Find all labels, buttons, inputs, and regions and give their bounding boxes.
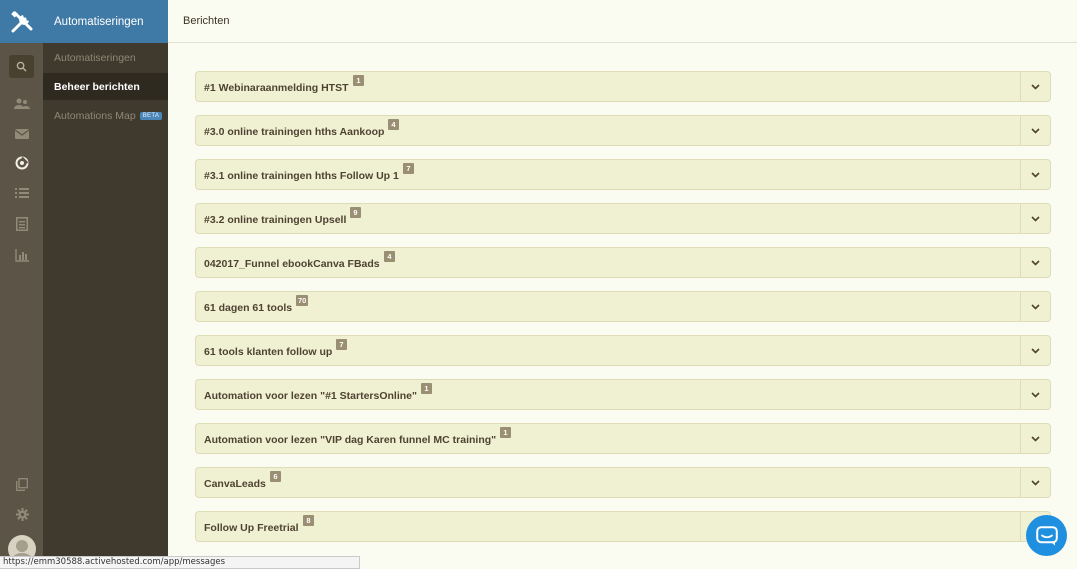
automation-row[interactable]: Automation voor lezen "#1 StartersOnline…	[195, 379, 1051, 410]
automation-row[interactable]: #1 Webinaraanmelding HTST 1	[195, 71, 1051, 102]
automation-row[interactable]: Follow Up Freetrial 8	[195, 511, 1051, 542]
mail-icon[interactable]	[11, 125, 33, 143]
automation-title-wrap: #1 Webinaraanmelding HTST 1	[204, 75, 364, 94]
subnav-item-beheer-berichten[interactable]: Beheer berichten	[43, 73, 168, 100]
automation-name: CanvaLeads	[204, 478, 266, 490]
automation-title-wrap: CanvaLeads 6	[204, 471, 281, 490]
chat-icon	[1035, 525, 1058, 545]
automation-row[interactable]: #3.1 online trainingen hths Follow Up 1 7	[195, 159, 1051, 190]
message-count-badge: 8	[303, 515, 314, 526]
automation-title-wrap: Automation voor lezen "VIP dag Karen fun…	[204, 427, 511, 446]
chevron-down-icon[interactable]	[1020, 468, 1050, 497]
automation-name: #3.2 online trainingen Upsell	[204, 214, 347, 226]
message-count-badge: 1	[353, 75, 364, 86]
automation-row-title: #3.0 online trainingen hths Aankoop 4	[204, 119, 399, 138]
automation-row[interactable]: 61 dagen 61 tools 70	[195, 291, 1051, 322]
automation-title-wrap: Follow Up Freetrial 8	[204, 515, 314, 534]
message-count-badge: 1	[500, 427, 511, 438]
automation-row-title: #3.2 online trainingen Upsell 9	[204, 207, 361, 226]
chat-launcher-button[interactable]	[1026, 515, 1067, 556]
automation-title-wrap: 61 tools klanten follow up 7	[204, 339, 347, 358]
automation-list: #1 Webinaraanmelding HTST 1 #3.0 online tr…	[195, 71, 1051, 555]
search-icon[interactable]	[9, 55, 34, 78]
pages-icon[interactable]	[11, 475, 33, 493]
page-header: Berichten	[168, 0, 1077, 43]
reports-icon[interactable]	[11, 246, 33, 264]
secondary-nav: Automatiseringen Automatiseringen Beheer…	[43, 0, 168, 569]
chevron-down-icon[interactable]	[1020, 72, 1050, 101]
automation-title-wrap: #3.1 online trainingen hths Follow Up 1 7	[204, 163, 414, 182]
status-url: https://emm30588.activehosted.com/app/me…	[3, 557, 226, 567]
message-count-badge: 4	[384, 251, 395, 262]
subnav-header[interactable]: Automatiseringen	[43, 0, 168, 43]
automation-title-wrap: #3.0 online trainingen hths Aankoop 4	[204, 119, 399, 138]
subnav-item-label: Beheer berichten	[54, 80, 140, 93]
automation-title-wrap: #3.2 online trainingen Upsell 9	[204, 207, 361, 226]
automation-row-title: Follow Up Freetrial 8	[204, 515, 314, 534]
automation-row[interactable]: #3.2 online trainingen Upsell 9	[195, 203, 1051, 234]
settings-icon[interactable]	[11, 505, 33, 523]
automation-row-title: CanvaLeads 6	[204, 471, 281, 490]
subnav-item-label: Automatiseringen	[54, 51, 136, 64]
automation-icon[interactable]	[11, 154, 33, 172]
message-count-badge: 7	[336, 339, 347, 350]
automation-title-wrap: 042017_Funnel ebookCanva FBads 4	[204, 251, 395, 270]
chevron-down-icon[interactable]	[1020, 204, 1050, 233]
message-count-badge: 1	[421, 383, 432, 394]
automation-row-title: Automation voor lezen "#1 StartersOnline…	[204, 383, 432, 402]
message-count-badge: 6	[270, 471, 281, 482]
forms-icon[interactable]	[11, 215, 33, 233]
automation-name: #3.0 online trainingen hths Aankoop	[204, 126, 385, 138]
chevron-down-icon[interactable]	[1020, 116, 1050, 145]
message-count-badge: 9	[350, 207, 361, 218]
contacts-icon[interactable]	[11, 95, 33, 113]
chevron-down-icon[interactable]	[1020, 292, 1050, 321]
automation-name: 042017_Funnel ebookCanva FBads	[204, 258, 380, 270]
subnav-item-label: Automations Map	[54, 109, 136, 122]
avatar-head	[16, 540, 28, 552]
automation-row-title: #1 Webinaraanmelding HTST 1	[204, 75, 364, 94]
automation-row[interactable]: Automation voor lezen "VIP dag Karen fun…	[195, 423, 1051, 454]
message-count-badge: 7	[403, 163, 414, 174]
automation-row-title: #3.1 online trainingen hths Follow Up 1 7	[204, 163, 414, 182]
automation-name: 61 tools klanten follow up	[204, 346, 333, 358]
chevron-down-icon[interactable]	[1020, 380, 1050, 409]
chevron-down-icon[interactable]	[1020, 336, 1050, 365]
chevron-down-icon[interactable]	[1020, 248, 1050, 277]
automation-row-title: 61 dagen 61 tools 70	[204, 295, 309, 314]
automation-name: 61 dagen 61 tools	[204, 302, 293, 314]
tools-logo-icon[interactable]	[0, 0, 43, 43]
subnav-item-automations-map[interactable]: Automations Map BETA	[43, 102, 168, 129]
automation-name: #1 Webinaraanmelding HTST	[204, 82, 349, 94]
message-count-badge: 70	[296, 295, 309, 306]
automation-row-title: 61 tools klanten follow up 7	[204, 339, 347, 358]
automation-row-title: Automation voor lezen "VIP dag Karen fun…	[204, 427, 511, 446]
icon-rail	[0, 0, 43, 569]
automation-row[interactable]: 042017_Funnel ebookCanva FBads 4	[195, 247, 1051, 278]
chevron-down-icon[interactable]	[1020, 424, 1050, 453]
automation-row[interactable]: CanvaLeads 6	[195, 467, 1051, 498]
browser-status-bar: https://emm30588.activehosted.com/app/me…	[0, 556, 360, 569]
automation-name: Follow Up Freetrial	[204, 522, 299, 534]
chevron-down-icon[interactable]	[1020, 160, 1050, 189]
automation-title-wrap: Automation voor lezen "#1 StartersOnline…	[204, 383, 432, 402]
automation-row-title: 042017_Funnel ebookCanva FBads 4	[204, 251, 395, 270]
automation-name: Automation voor lezen "#1 StartersOnline…	[204, 390, 417, 402]
beta-badge: BETA	[139, 111, 163, 120]
subnav-item-automatiseringen[interactable]: Automatiseringen	[43, 44, 168, 71]
automation-row[interactable]: 61 tools klanten follow up 7	[195, 335, 1051, 366]
automation-name: #3.1 online trainingen hths Follow Up 1	[204, 170, 399, 182]
page-title: Berichten	[183, 15, 230, 27]
message-count-badge: 4	[388, 119, 399, 130]
list-icon[interactable]	[11, 184, 33, 202]
automation-name: Automation voor lezen "VIP dag Karen fun…	[204, 434, 497, 446]
automation-title-wrap: 61 dagen 61 tools 70	[204, 295, 309, 314]
automation-row[interactable]: #3.0 online trainingen hths Aankoop 4	[195, 115, 1051, 146]
